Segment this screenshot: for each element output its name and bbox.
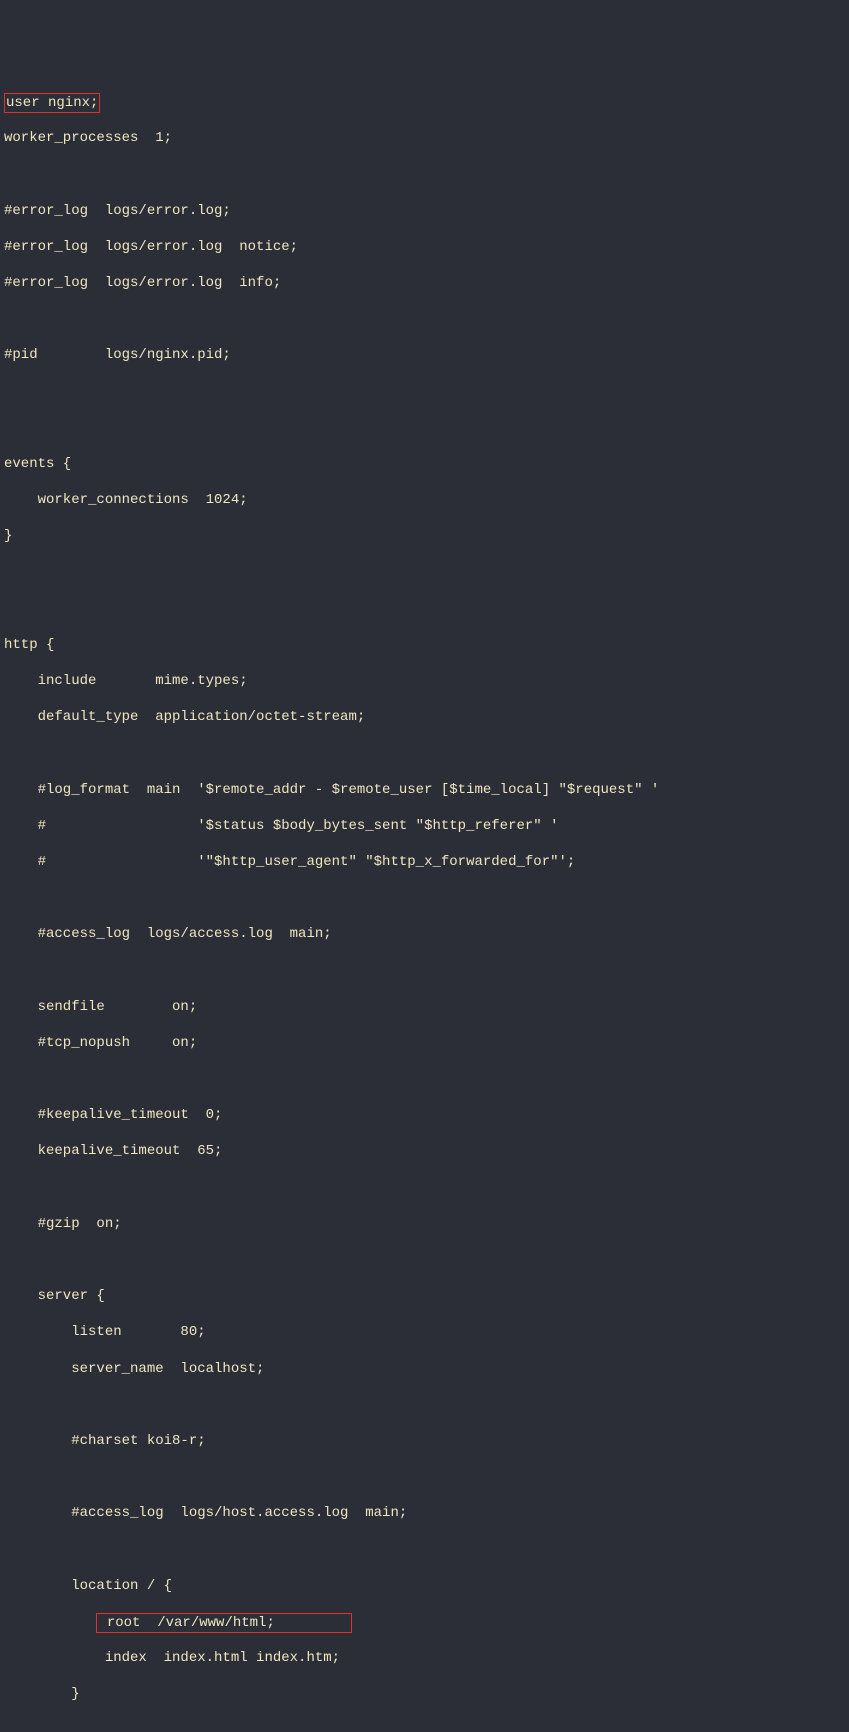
code-line: location / { xyxy=(4,1577,849,1595)
code-line: worker_connections 1024; xyxy=(4,491,849,509)
code-line xyxy=(4,889,849,907)
code-line: #keepalive_timeout 0; xyxy=(4,1106,849,1124)
code-line xyxy=(4,165,849,183)
highlight-root-directive: root /var/www/html; xyxy=(96,1613,352,1633)
code-line: } xyxy=(4,1685,849,1703)
code-line: sendfile on; xyxy=(4,998,849,1016)
code-line: #log_format main '$remote_addr - $remote… xyxy=(4,781,849,799)
code-line: index index.html index.htm; xyxy=(4,1649,849,1667)
code-line xyxy=(4,961,849,979)
code-line: server { xyxy=(4,1287,849,1305)
code-line xyxy=(4,419,849,437)
code-line: worker_processes 1; xyxy=(4,129,849,147)
code-line: keepalive_timeout 65; xyxy=(4,1142,849,1160)
code-line xyxy=(4,744,849,762)
code-line xyxy=(4,1468,849,1486)
code-line: #pid logs/nginx.pid; xyxy=(4,346,849,364)
code-line xyxy=(4,1070,849,1088)
code-line xyxy=(4,1540,849,1558)
code-line xyxy=(4,563,849,581)
code-line: #error_log logs/error.log; xyxy=(4,202,849,220)
code-line: #error_log logs/error.log notice; xyxy=(4,238,849,256)
code-line: server_name localhost; xyxy=(4,1360,849,1378)
code-line xyxy=(4,600,849,618)
code-line: user nginx; xyxy=(6,95,98,111)
code-line: } xyxy=(4,527,849,545)
code-line xyxy=(4,1251,849,1269)
code-line: #access_log logs/host.access.log main; xyxy=(4,1504,849,1522)
code-line: #tcp_nopush on; xyxy=(4,1034,849,1052)
code-line xyxy=(4,382,849,400)
code-line: include mime.types; xyxy=(4,672,849,690)
code-line: events { xyxy=(4,455,849,473)
code-line: listen 80; xyxy=(4,1323,849,1341)
code-line: #access_log logs/access.log main; xyxy=(4,925,849,943)
code-line: root /var/www/html; xyxy=(98,1615,350,1631)
code-line xyxy=(4,1396,849,1414)
code-line: http { xyxy=(4,636,849,654)
code-line: # '"$http_user_agent" "$http_x_forwarded… xyxy=(4,853,849,871)
code-line: #charset koi8-r; xyxy=(4,1432,849,1450)
code-line-prefix xyxy=(4,1615,96,1631)
code-line: #error_log logs/error.log info; xyxy=(4,274,849,292)
code-line xyxy=(4,310,849,328)
code-line xyxy=(4,1179,849,1197)
code-editor: user nginx; worker_processes 1; #error_l… xyxy=(0,73,849,1722)
code-line: # '$status $body_bytes_sent "$http_refer… xyxy=(4,817,849,835)
code-line: default_type application/octet-stream; xyxy=(4,708,849,726)
code-line: #gzip on; xyxy=(4,1215,849,1233)
highlight-user-directive: user nginx; xyxy=(4,93,100,113)
